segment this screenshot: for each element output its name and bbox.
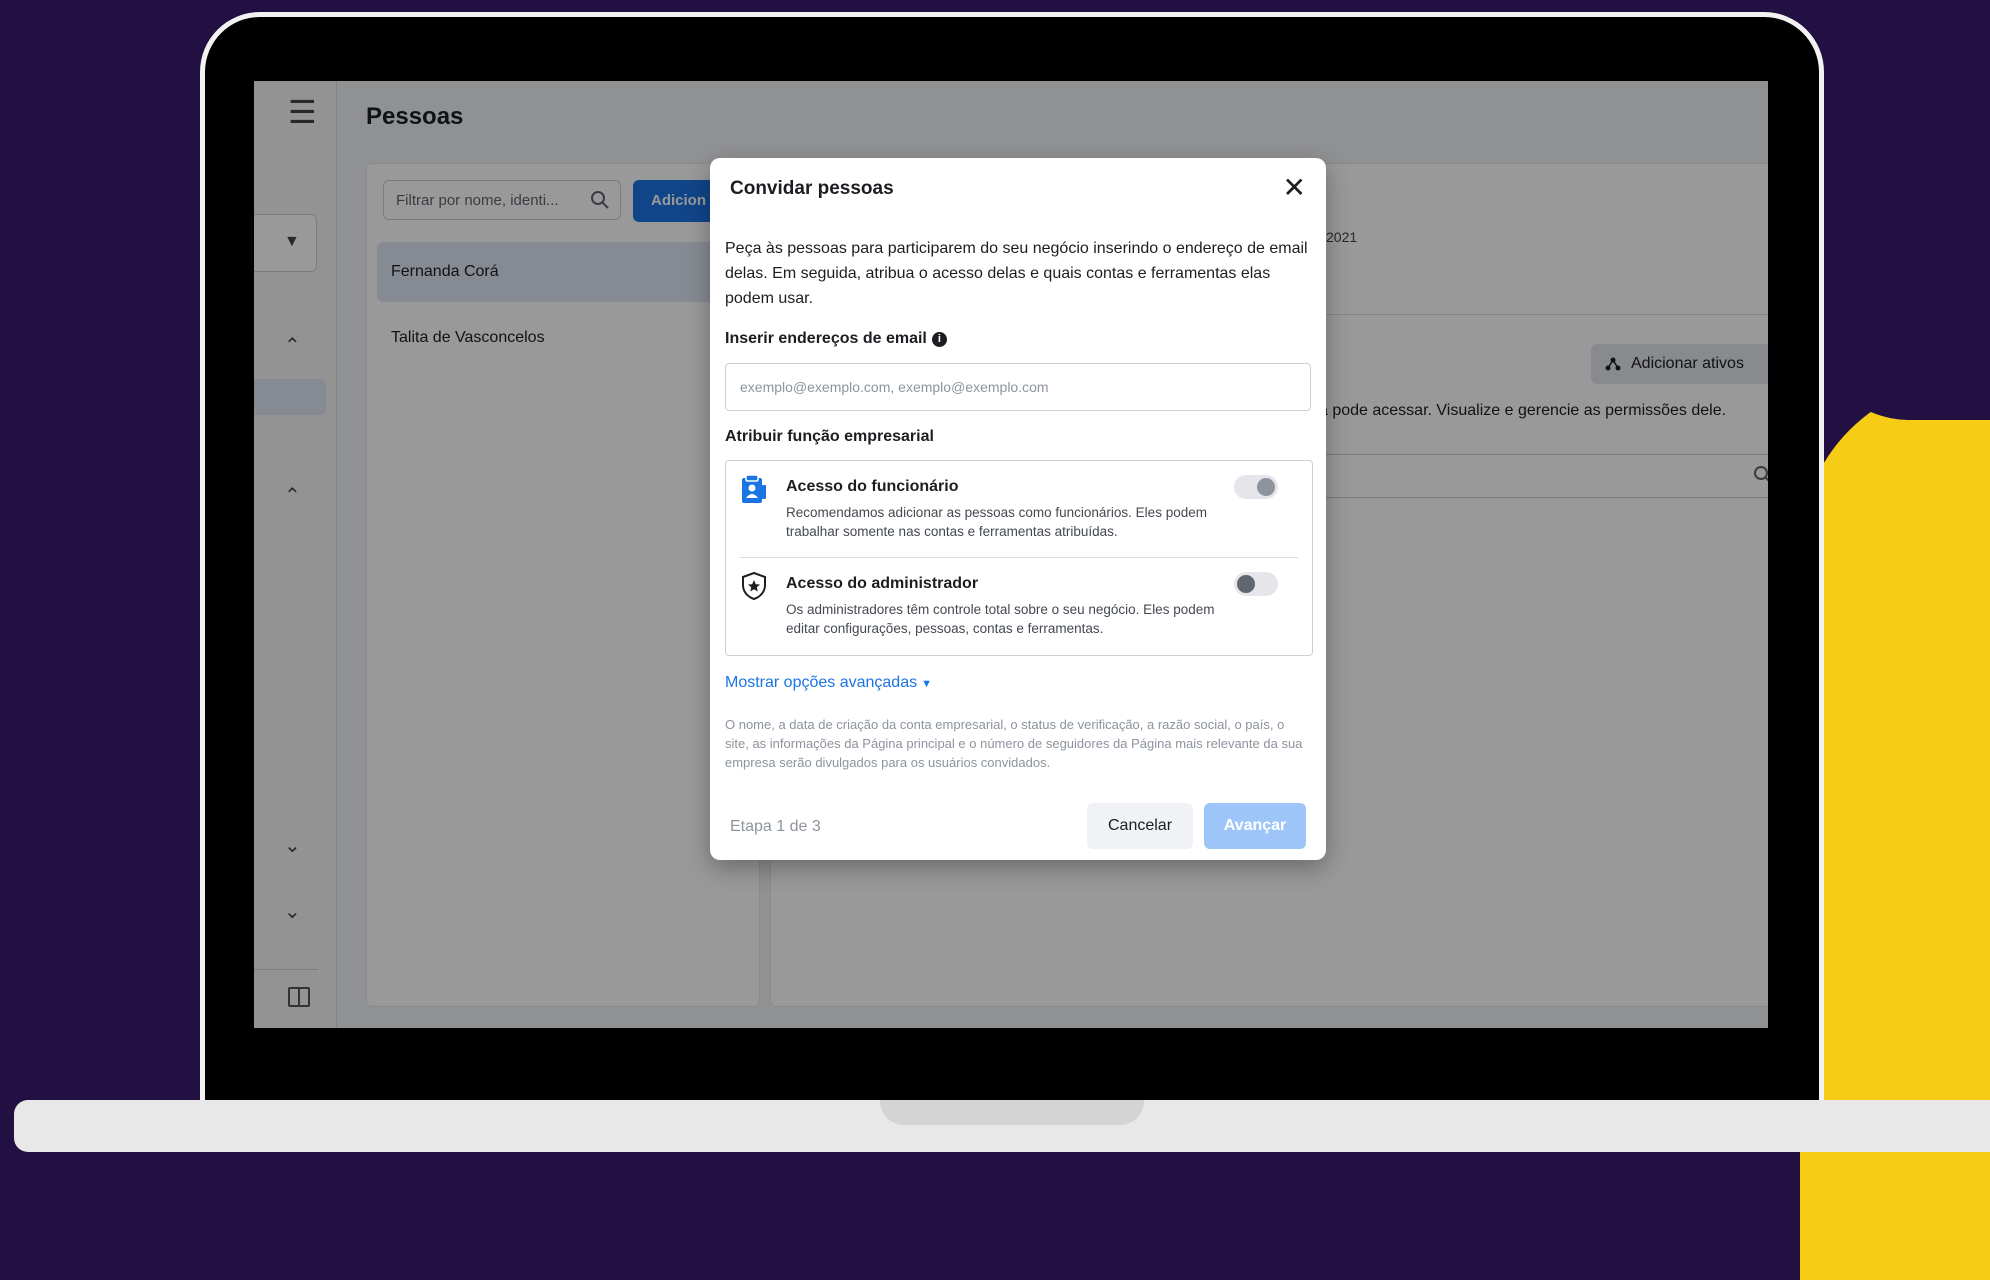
employee-access-description: Recomendamos adicionar as pessoas como f…: [786, 505, 1207, 539]
employee-access-toggle[interactable]: [1234, 475, 1278, 499]
show-advanced-options-link[interactable]: Mostrar opções avançadas ▼: [725, 674, 932, 692]
disclaimer-text: O nome, a data de criação da conta empre…: [725, 717, 1303, 770]
info-icon[interactable]: i: [931, 332, 947, 347]
role-divider: [740, 557, 1298, 558]
employee-access-title: Acesso do funcionário: [786, 478, 959, 495]
invite-people-dialog: Convidar pessoas ✕ Peça às pessoas para …: [710, 158, 1326, 860]
dialog-intro: Peça às pessoas para participarem do seu…: [725, 240, 1308, 307]
email-input[interactable]: [725, 363, 1311, 411]
email-label-row: Inserir endereços de email i: [725, 330, 947, 348]
laptop-notch: [880, 1100, 1144, 1125]
decorative-background-cut: [1810, 320, 1990, 420]
role-label: Atribuir função empresarial: [725, 428, 934, 445]
email-label: Inserir endereços de email: [725, 330, 927, 347]
employee-badge-icon: [742, 475, 766, 503]
close-icon[interactable]: ✕: [1283, 174, 1306, 202]
step-indicator: Etapa 1 de 3: [730, 818, 821, 835]
advanced-link-label: Mostrar opções avançadas: [725, 674, 918, 691]
role-options-box: Acesso do funcionário Recomendamos adici…: [725, 460, 1313, 656]
next-button[interactable]: Avançar: [1204, 803, 1306, 849]
dialog-title: Convidar pessoas: [730, 178, 894, 199]
app-screen: ☰ ▼ ⌃ ⌃ ⌄ ⌄ Pessoas Filtrar por nome, id…: [254, 81, 1768, 1028]
admin-access-toggle[interactable]: [1234, 572, 1278, 596]
toggle-knob: [1257, 478, 1275, 496]
caret-down-icon: ▼: [921, 678, 932, 690]
toggle-knob: [1237, 575, 1255, 593]
admin-shield-icon: [742, 571, 766, 601]
admin-access-title: Acesso do administrador: [786, 575, 979, 592]
admin-access-description: Os administradores têm controle total so…: [786, 602, 1215, 636]
cancel-button[interactable]: Cancelar: [1087, 803, 1193, 849]
